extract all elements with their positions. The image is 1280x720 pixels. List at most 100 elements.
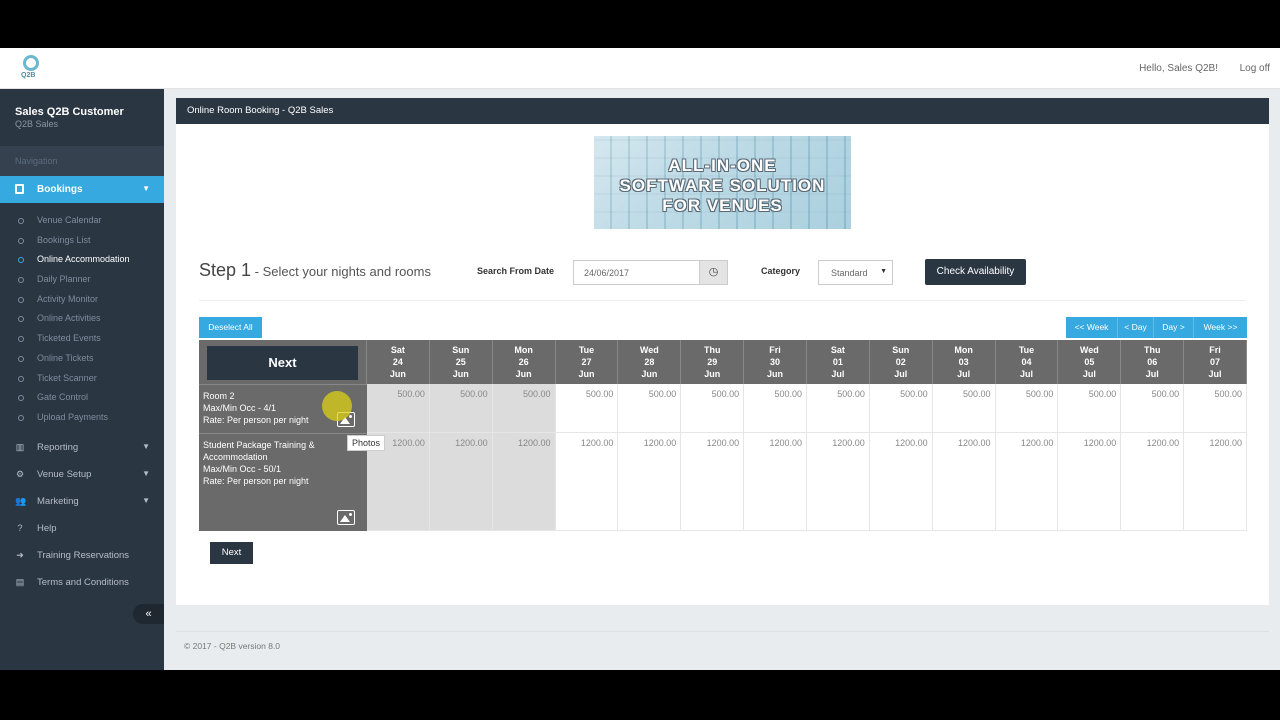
date-dow: Thu bbox=[1143, 345, 1161, 355]
date-dow: Tue bbox=[578, 345, 595, 355]
nav-item-help[interactable]: ? Help bbox=[0, 515, 164, 542]
rate-cell[interactable]: 500.00 bbox=[492, 384, 556, 433]
date-dow: Wed bbox=[1079, 345, 1099, 355]
rate-cell[interactable]: 500.00 bbox=[555, 384, 619, 433]
collapse-sidebar-button[interactable]: « bbox=[133, 604, 164, 624]
nav-item-reporting[interactable]: ▥ Reporting ▼ bbox=[0, 434, 164, 461]
rate-cell[interactable]: 500.00 bbox=[744, 384, 807, 433]
sidebar-subitem-bookings-list[interactable]: Bookings List bbox=[0, 231, 164, 251]
rate-cell[interactable]: 500.00 bbox=[932, 384, 996, 433]
date-dow: Sun bbox=[892, 345, 910, 355]
nav-item-terms-and-conditions[interactable]: ▤ Terms and Conditions bbox=[0, 569, 164, 596]
rate-cell[interactable]: 1200.00 bbox=[806, 433, 870, 531]
rate-cell[interactable]: 500.00 bbox=[806, 384, 870, 433]
rate-cell[interactable]: 1200.00 bbox=[618, 433, 682, 531]
rate-cell[interactable]: 1200.00 bbox=[1184, 433, 1247, 531]
grid-next-button[interactable]: Next bbox=[207, 346, 358, 380]
photos-icon[interactable] bbox=[337, 510, 355, 525]
rate-cell[interactable]: 1200.00 bbox=[744, 433, 807, 531]
footer-divider bbox=[176, 631, 1269, 632]
sidebar-subitem-activity-monitor[interactable]: Activity Monitor bbox=[0, 290, 164, 310]
divider bbox=[199, 300, 1246, 301]
nav-item-label: Venue Setup bbox=[37, 469, 92, 480]
sidebar-subitem-online-activities[interactable]: Online Activities bbox=[0, 309, 164, 329]
bullet-icon bbox=[18, 414, 24, 421]
banner-line: FOR VENUES bbox=[662, 196, 783, 215]
date-day: 05 bbox=[1084, 357, 1095, 367]
q2b-logo[interactable]: Q2B bbox=[17, 53, 45, 83]
date-day: 28 bbox=[644, 357, 655, 367]
nav-header: Navigation bbox=[0, 146, 164, 176]
rate-cell[interactable]: 500.00 bbox=[429, 384, 493, 433]
rate-cell[interactable]: 500.00 bbox=[995, 384, 1059, 433]
rate-cell[interactable]: 500.00 bbox=[1121, 384, 1185, 433]
cog-icon: ⚙ bbox=[15, 469, 25, 479]
rate-cell[interactable]: 1200.00 bbox=[555, 433, 619, 531]
bullet-icon bbox=[18, 316, 24, 323]
banner-line: SOFTWARE SOLUTION bbox=[619, 176, 826, 195]
sidebar-subitem-upload-payments[interactable]: Upload Payments bbox=[0, 408, 164, 428]
prev-day-button[interactable]: < Day bbox=[1118, 317, 1154, 338]
rate-cell[interactable]: 1200.00 bbox=[995, 433, 1059, 531]
room-info-line: Accommodation bbox=[203, 452, 268, 462]
room-info-line: Max/Min Occ - 50/1 bbox=[203, 464, 282, 474]
sidebar-subitem-venue-calendar[interactable]: Venue Calendar bbox=[0, 211, 164, 231]
prev-week-button[interactable]: << Week bbox=[1066, 317, 1118, 338]
sidebar-subitem-daily-planner[interactable]: Daily Planner bbox=[0, 270, 164, 290]
rate-cell[interactable]: 500.00 bbox=[618, 384, 682, 433]
search-from-date-input[interactable] bbox=[573, 260, 700, 285]
nav-item-training-reservations[interactable]: ➜ Training Reservations bbox=[0, 542, 164, 569]
date-dow: Mon bbox=[954, 345, 973, 355]
nav-item-venue-setup[interactable]: ⚙ Venue Setup ▼ bbox=[0, 461, 164, 488]
rate-cell[interactable]: 500.00 bbox=[869, 384, 933, 433]
rate-cell[interactable]: 500.00 bbox=[681, 384, 745, 433]
user-company: Q2B Sales bbox=[15, 119, 59, 129]
date-mon: Jun bbox=[767, 369, 784, 379]
rate-cell[interactable]: 1200.00 bbox=[869, 433, 933, 531]
sidebar-subitem-online-accommodation[interactable]: Online Accommodation bbox=[0, 250, 164, 270]
sidebar-subitem-ticketed-events[interactable]: Ticketed Events bbox=[0, 329, 164, 349]
next-week-button[interactable]: Week >> bbox=[1194, 317, 1247, 338]
sidebar-subitem-label: Online Activities bbox=[37, 313, 101, 324]
nav-item-bookings[interactable]: Bookings ▼ bbox=[0, 176, 164, 203]
sidebar-subitem-ticket-scanner[interactable]: Ticket Scanner bbox=[0, 369, 164, 389]
question-icon: ? bbox=[17, 523, 23, 533]
category-select[interactable]: Standard ▼ bbox=[818, 260, 893, 285]
rate-cell[interactable]: 1200.00 bbox=[1121, 433, 1185, 531]
rate-cell[interactable]: 1200.00 bbox=[492, 433, 556, 531]
sidebar-subitem-gate-control[interactable]: Gate Control bbox=[0, 388, 164, 408]
date-dow: Wed bbox=[639, 345, 659, 355]
rate-cell[interactable]: 1200.00 bbox=[932, 433, 996, 531]
bullet-icon bbox=[18, 375, 24, 382]
date-dow: Mon bbox=[514, 345, 533, 355]
date-dow: Sun bbox=[452, 345, 470, 355]
rate-cell[interactable]: 500.00 bbox=[1058, 384, 1122, 433]
date-dow: Thu bbox=[703, 345, 721, 355]
date-mon: Jun bbox=[389, 369, 406, 379]
next-day-button[interactable]: Day > bbox=[1154, 317, 1194, 338]
top-bar: Q2B Hello, Sales Q2B! Log off bbox=[0, 48, 1280, 89]
nav-item-label: Reporting bbox=[37, 442, 79, 453]
date-mon: Jul bbox=[1208, 369, 1222, 379]
logoff-link[interactable]: Log off bbox=[1240, 63, 1270, 74]
sidebar-subitem-label: Daily Planner bbox=[37, 274, 91, 285]
clock-icon[interactable]: ◷ bbox=[700, 260, 728, 285]
date-column-header: Tue 04 Jul bbox=[995, 340, 1059, 384]
rate-cell[interactable]: 500.00 bbox=[1184, 384, 1247, 433]
rate-cell[interactable]: 500.00 bbox=[367, 384, 430, 433]
check-availability-button[interactable]: Check Availability bbox=[925, 259, 1026, 285]
sidebar-subitem-online-tickets[interactable]: Online Tickets bbox=[0, 349, 164, 369]
date-column-header: Sun 25 Jun bbox=[429, 340, 493, 384]
sidebar-subitem-label: Ticketed Events bbox=[37, 333, 101, 344]
deselect-all-button[interactable]: Deselect All bbox=[199, 317, 262, 338]
app-window: Q2B Hello, Sales Q2B! Log off Sales Q2B … bbox=[0, 48, 1280, 670]
date-day: 27 bbox=[581, 357, 592, 367]
rate-cell[interactable]: 1200.00 bbox=[681, 433, 745, 531]
rate-cell[interactable]: 1200.00 bbox=[1058, 433, 1122, 531]
rate-cell[interactable]: 1200.00 bbox=[429, 433, 493, 531]
next-button[interactable]: Next bbox=[210, 542, 253, 564]
date-dow: Sat bbox=[390, 345, 405, 355]
date-day: 25 bbox=[455, 357, 466, 367]
nav-item-marketing[interactable]: 👥 Marketing ▼ bbox=[0, 488, 164, 515]
date-mon: Jul bbox=[894, 369, 908, 379]
